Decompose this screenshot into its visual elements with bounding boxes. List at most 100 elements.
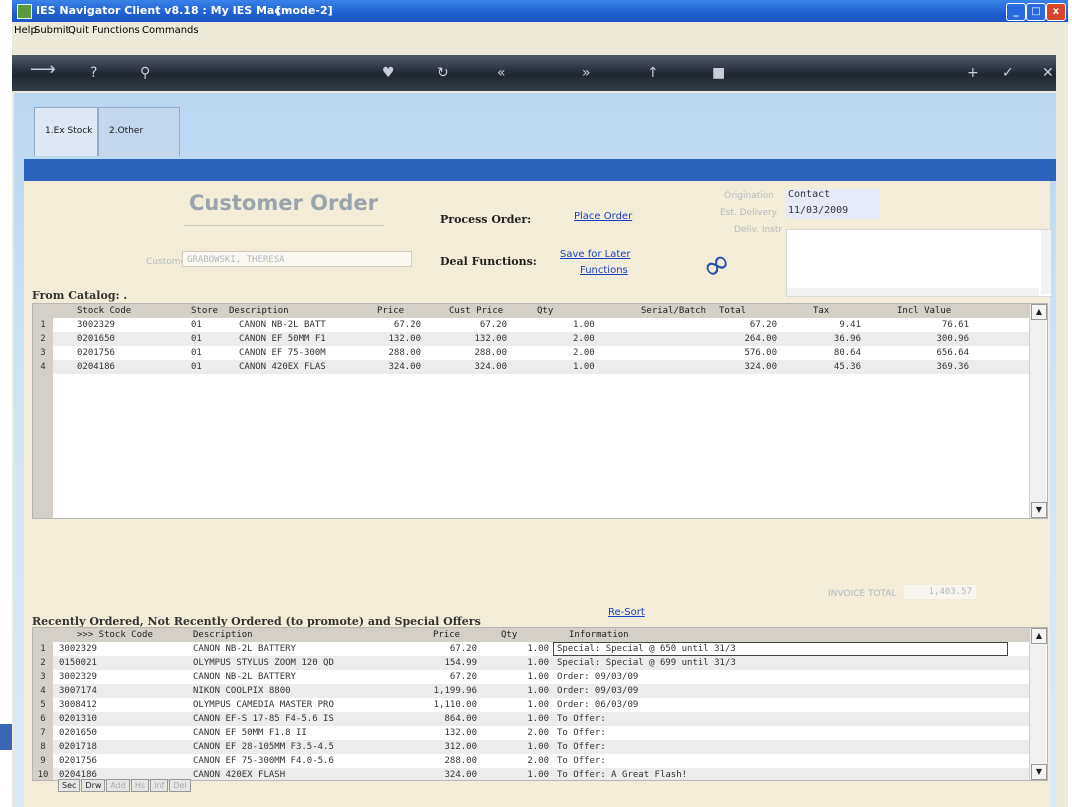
forward-icon[interactable]: » [582,65,591,81]
table-row[interactable]: 6 0201310 CANON EF-S 17-85 F4-5.6 IS 864… [33,712,1029,726]
table-row[interactable]: 3 3002329 CANON NB-2L BATTERY 67.20 1.00… [33,670,1029,684]
col-price[interactable]: Price [377,304,404,318]
place-order-link[interactable]: Place Order [574,211,632,222]
window-mode: [mode-2] [276,4,333,17]
menu-quit[interactable]: Quit [68,25,89,36]
search-icon[interactable]: ⚲ [140,65,150,81]
link-icon[interactable]: ∞ [693,240,739,289]
est-delivery-value[interactable]: 11/03/2009 [788,205,848,216]
order-form: Customer Order Customer GRABOWSKI, THERE… [24,181,1052,807]
col-cust-price[interactable]: Cust Price [449,304,503,318]
table-row[interactable]: 9 0201756 CANON EF 75-300MM F4.0-5.6 288… [33,754,1029,768]
col-information[interactable]: Information [569,628,629,642]
table-row[interactable]: 1 3002329 01 CANON NB-2L BATT 67.20 67.2… [33,318,1029,332]
recent-header: >>> Stock Code Description Price Qty Inf… [33,628,1029,642]
deal-functions-label: Deal Functions: [440,255,537,268]
resort-link[interactable]: Re-Sort [608,607,645,618]
table-row[interactable]: 1 3002329 CANON NB-2L BATTERY 67.20 1.00… [33,642,1029,656]
tab-ex-stock[interactable]: 1.Ex Stock [34,107,98,156]
back-arrow-icon[interactable]: ⟶ [30,61,56,79]
main-content: 1.Ex Stock 2.Other Customer Order Custom… [14,93,1056,807]
col-total[interactable]: Total [719,304,746,318]
title-bar: IES Navigator Client v8.18 : My IES Mac … [12,0,1068,22]
col-tax[interactable]: Tax [813,304,829,318]
customer-field[interactable]: GRABOWSKI, THERESA [182,251,412,267]
table-row[interactable]: 2 0201650 01 CANON EF 50MM F1 132.00 132… [33,332,1029,346]
save-for-later-link[interactable]: Save for Later [560,249,631,260]
window-title: IES Navigator Client v8.18 : My IES Mac … [36,4,290,17]
origination-label: Origination [724,191,774,201]
table-row[interactable]: 8 0201718 CANON EF 28-105MM F3.5-4.5 312… [33,740,1029,754]
col-incl-value[interactable]: Incl Value [897,304,951,318]
table-row[interactable]: 5 3008412 OLYMPUS CAMEDIA MASTER PRO 1,1… [33,698,1029,712]
row-gutter [33,374,53,518]
col-qty[interactable]: Qty [537,304,553,318]
menu-submit[interactable]: Submit [34,25,69,36]
deliv-hscrollbar[interactable] [787,288,1039,296]
col-stock-code[interactable]: >>> Stock Code [77,628,153,642]
page-title: Customer Order [189,191,378,215]
menu-commands[interactable]: Commands [142,25,199,36]
col-description[interactable]: Description [229,304,289,318]
table-row[interactable]: 3 0201756 01 CANON EF 75-300M 288.00 288… [33,346,1029,360]
delivery-instructions-field[interactable] [786,229,1052,297]
origination-value[interactable]: Contact [788,189,830,200]
stop-icon[interactable]: ■ [712,65,725,81]
process-order-label: Process Order: [440,213,532,226]
bottom-tab-drw[interactable]: Drw [81,779,106,792]
functions-link[interactable]: Functions [580,265,628,276]
table-row[interactable]: 4 0204186 01 CANON 420EX FLAS 324.00 324… [33,360,1029,374]
col-qty[interactable]: Qty [501,628,517,642]
help-icon[interactable]: ? [90,65,97,81]
title-underline [184,225,384,226]
deliv-instr-label: Deliv. Instr [734,225,783,235]
check-icon[interactable]: ✓ [1002,65,1014,81]
col-serial-batch[interactable]: Serial/Batch [641,304,706,318]
col-store[interactable]: Store [191,304,218,318]
minimize-button[interactable]: _ [1006,3,1026,21]
bottom-tab-hs[interactable]: Hs [130,779,150,792]
invoice-total-label: INVOICE TOTAL [828,589,897,599]
heart-icon[interactable]: ♥ [382,65,395,81]
refresh-icon[interactable]: ↻ [437,65,449,81]
deliv-vscrollbar[interactable] [1041,230,1051,294]
catalog-title: From Catalog: . [32,289,128,302]
tab-other[interactable]: 2.Other [98,107,180,156]
recent-scrollbar[interactable]: ▲ ▼ [1029,628,1047,780]
scroll-up-icon[interactable]: ▲ [1031,304,1047,320]
table-row[interactable]: 4 3007174 NIKON COOLPIX 8800 1,199.96 1.… [33,684,1029,698]
up-icon[interactable]: ↑ [647,65,659,81]
catalog-header: Stock Code Store Description Price Cust … [33,304,1029,318]
scroll-down-icon[interactable]: ▼ [1031,764,1047,780]
app-window: IES Navigator Client v8.18 : My IES Mac … [12,0,1068,807]
catalog-scrollbar[interactable]: ▲ ▼ [1029,304,1047,518]
bottom-tab-del[interactable]: Del [169,779,191,792]
maximize-button[interactable]: □ [1026,3,1046,21]
desktop-taskbar-edge [0,724,12,750]
bottom-tab-add[interactable]: Add [106,779,130,792]
toolbar: ⟶ ? ⚲ ♥ ↻ « » ↑ ■ + ✓ ✕ [12,55,1056,91]
menu-bar: Help Submit Quit Functions Commands [12,22,1068,40]
scroll-down-icon[interactable]: ▼ [1031,502,1047,518]
table-row[interactable]: 7 0201650 CANON EF 50MM F1.8 II 132.00 2… [33,726,1029,740]
tab-strip: 1.Ex Stock 2.Other [34,107,204,161]
col-stock-code[interactable]: Stock Code [77,304,131,318]
col-price[interactable]: Price [433,628,460,642]
catalog-grid: Stock Code Store Description Price Cust … [32,303,1048,519]
table-row[interactable]: 2 0150021 OLYMPUS STYLUS ZOOM 120 QD 154… [33,656,1029,670]
est-delivery-label: Est. Delivery [720,208,777,218]
close-icon[interactable]: ✕ [1042,65,1054,81]
rewind-icon[interactable]: « [497,65,506,81]
col-description[interactable]: Description [193,628,253,642]
bottom-tab-bar: Sec Drw Add Hs Inf Del [58,779,192,793]
invoice-total-value: 1,403.57 [904,585,976,599]
plus-icon[interactable]: + [967,65,979,81]
scroll-up-icon[interactable]: ▲ [1031,628,1047,644]
recent-grid: >>> Stock Code Description Price Qty Inf… [32,627,1048,781]
menu-functions[interactable]: Functions [92,25,140,36]
close-button[interactable]: x [1046,3,1066,21]
app-icon [17,4,32,19]
bottom-tab-sec[interactable]: Sec [58,779,81,792]
section-bar [24,159,1056,181]
bottom-tab-inf[interactable]: Inf [150,779,169,792]
